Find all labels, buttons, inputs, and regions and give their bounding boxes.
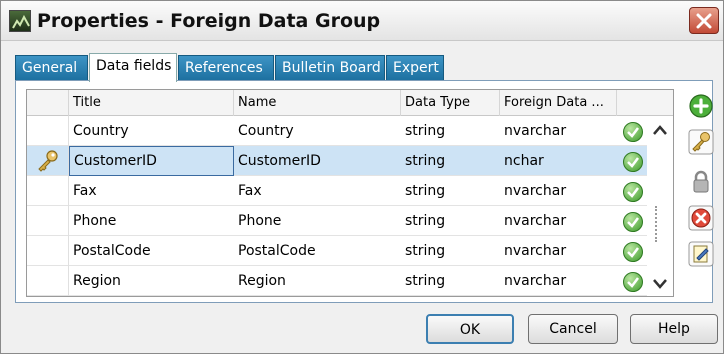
cell-foreign-data[interactable]: nvarchar (500, 236, 617, 266)
add-icon[interactable] (688, 93, 714, 119)
key-icon[interactable] (688, 129, 714, 155)
row-header-column (27, 90, 69, 116)
vertical-scrollbar[interactable] (647, 116, 673, 296)
cell-data-type[interactable]: string (401, 266, 500, 296)
table-row-selected[interactable]: CustomerID CustomerID string nchar (27, 146, 647, 176)
check-icon (623, 182, 643, 202)
data-fields-grid: Title Name Data Type Foreign Data ... Co… (26, 89, 674, 297)
row-header[interactable] (27, 146, 69, 176)
row-header[interactable] (27, 266, 69, 296)
cell-foreign-data[interactable]: nvarchar (500, 266, 617, 296)
cell-name[interactable]: Country (234, 116, 401, 146)
close-button[interactable] (689, 7, 719, 34)
cell-foreign-data[interactable]: nvarchar (500, 206, 617, 236)
table-row[interactable]: Fax Fax string nvarchar (27, 176, 647, 206)
edit-icon[interactable] (688, 241, 714, 267)
table-row[interactable]: PostalCode PostalCode string nvarchar (27, 236, 647, 266)
cell-foreign-data[interactable]: nvarchar (500, 116, 617, 146)
cell-foreign-data[interactable]: nvarchar (500, 176, 617, 206)
cell-name[interactable]: Phone (234, 206, 401, 236)
cell-name[interactable]: Fax (234, 176, 401, 206)
row-header[interactable] (27, 116, 69, 146)
check-icon (623, 242, 643, 262)
help-button[interactable]: Help (630, 314, 718, 344)
cell-data-type[interactable]: string (401, 116, 500, 146)
grid-header: Title Name Data Type Foreign Data ... (27, 90, 673, 116)
window-title: Properties - Foreign Data Group (37, 10, 381, 32)
tab-general[interactable]: General (15, 55, 88, 81)
cell-title[interactable]: Country (69, 116, 234, 146)
cell-data-type[interactable]: string (401, 176, 500, 206)
check-icon (623, 272, 643, 292)
tab-expert[interactable]: Expert (386, 55, 444, 81)
column-status (617, 90, 673, 116)
check-icon (623, 152, 643, 172)
check-icon (623, 212, 643, 232)
cell-name[interactable]: PostalCode (234, 236, 401, 266)
cell-foreign-data[interactable]: nchar (500, 146, 617, 176)
column-name[interactable]: Name (234, 90, 401, 116)
table-row[interactable]: Region Region string nvarchar (27, 266, 647, 296)
tab-data-fields[interactable]: Data fields (89, 53, 177, 82)
data-fields-panel: Title Name Data Type Foreign Data ... Co… (15, 80, 714, 303)
row-header[interactable] (27, 176, 69, 206)
table-row[interactable]: Phone Phone string nvarchar (27, 206, 647, 236)
tab-bulletin-board[interactable]: Bulletin Board (275, 55, 385, 81)
table-row[interactable]: Country Country string nvarchar (27, 116, 647, 146)
column-title[interactable]: Title (69, 90, 234, 116)
cell-data-type[interactable]: string (401, 146, 500, 176)
scroll-up-icon[interactable] (651, 122, 669, 138)
row-header[interactable] (27, 236, 69, 266)
cell-title[interactable]: Region (69, 266, 234, 296)
app-icon (9, 10, 31, 32)
title-bar[interactable]: Properties - Foreign Data Group (1, 1, 723, 41)
column-data-type[interactable]: Data Type (401, 90, 500, 116)
cell-name[interactable]: CustomerID (234, 146, 401, 176)
properties-dialog: Properties - Foreign Data Group General … (0, 0, 724, 354)
delete-icon[interactable] (688, 205, 714, 231)
close-icon (696, 13, 712, 29)
ok-button[interactable]: OK (426, 314, 514, 344)
row-header[interactable] (27, 206, 69, 236)
tab-references[interactable]: References (178, 55, 274, 81)
cell-title[interactable]: CustomerID (69, 146, 234, 176)
cell-title[interactable]: Fax (69, 176, 234, 206)
check-icon (623, 122, 643, 142)
cancel-button[interactable]: Cancel (528, 314, 618, 344)
lock-icon[interactable] (688, 169, 714, 195)
cell-title[interactable]: PostalCode (69, 236, 234, 266)
scrollbar-grip[interactable] (655, 206, 659, 242)
scroll-down-icon[interactable] (651, 276, 669, 292)
cell-name[interactable]: Region (234, 266, 401, 296)
cell-data-type[interactable]: string (401, 206, 500, 236)
cell-data-type[interactable]: string (401, 236, 500, 266)
column-foreign-data[interactable]: Foreign Data ... (500, 90, 617, 116)
key-icon (38, 150, 58, 172)
cell-title[interactable]: Phone (69, 206, 234, 236)
